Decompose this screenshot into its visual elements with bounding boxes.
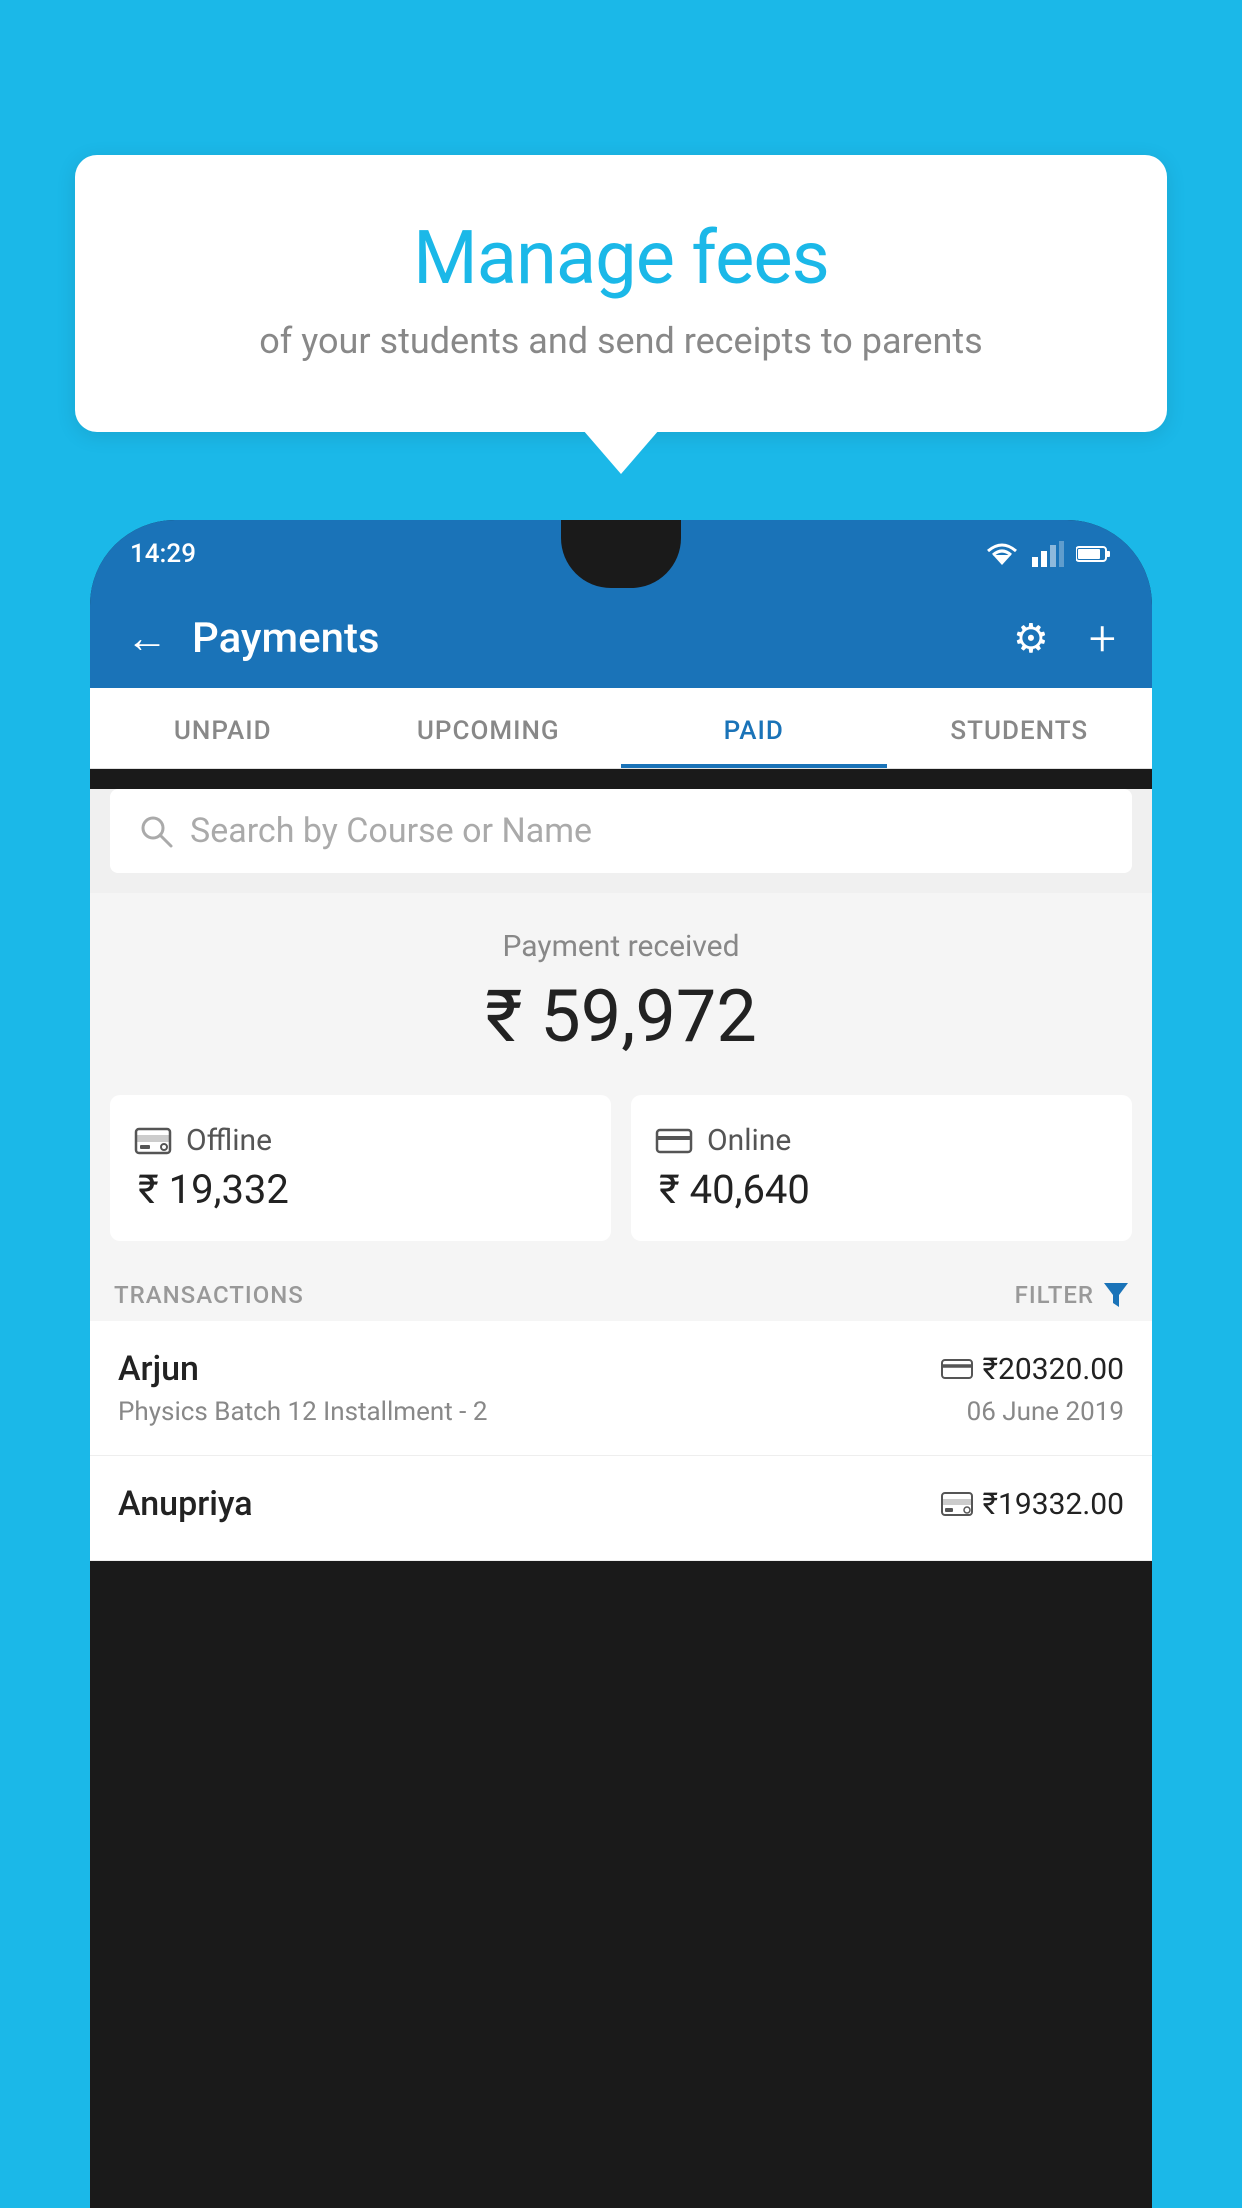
online-payment-icon (655, 1127, 693, 1155)
offline-card-amount: ₹ 19,332 (134, 1166, 289, 1213)
add-button[interactable]: + (1089, 610, 1116, 667)
transaction-amount: ₹20320.00 (983, 1352, 1124, 1387)
offline-card: Offline ₹ 19,332 (110, 1095, 611, 1241)
transaction-amount-2: ₹19332.00 (983, 1487, 1124, 1522)
online-card-label: Online (707, 1123, 791, 1158)
tab-students[interactable]: STUDENTS (887, 688, 1153, 768)
search-icon (138, 813, 174, 849)
offline-payment-small-icon (941, 1491, 973, 1517)
signal-icon (1032, 541, 1064, 567)
transactions-header: TRANSACTIONS FILTER (90, 1265, 1152, 1321)
search-placeholder: Search by Course or Name (190, 811, 592, 851)
payment-received-label: Payment received (130, 929, 1112, 964)
bubble-subtitle: of your students and send receipts to pa… (155, 320, 1087, 362)
app-header: ← Payments ⚙ + (90, 588, 1152, 688)
transaction-course: Physics Batch 12 Installment - 2 (118, 1397, 487, 1427)
transaction-date: 06 June 2019 (967, 1397, 1124, 1427)
tab-unpaid[interactable]: UNPAID (90, 688, 356, 768)
transaction-row[interactable]: Arjun ₹20320.00 Physics Batch 12 Install… (90, 1321, 1152, 1456)
transactions-label: TRANSACTIONS (114, 1281, 304, 1309)
phone-frame: 14:29 ← Payments (90, 520, 1152, 2208)
speech-bubble: Manage fees of your students and send re… (75, 155, 1167, 432)
back-button[interactable]: ← (126, 614, 168, 663)
filter-row[interactable]: FILTER (1015, 1281, 1128, 1309)
transaction-name: Arjun (118, 1349, 199, 1389)
content-area: Search by Course or Name Payment receive… (90, 789, 1152, 1561)
payment-received-section: Payment received ₹ 59,972 (90, 893, 1152, 1095)
offline-payment-icon (134, 1125, 172, 1157)
wifi-icon (984, 541, 1020, 567)
offline-card-label: Offline (186, 1123, 272, 1158)
status-time: 14:29 (130, 539, 196, 569)
online-card: Online ₹ 40,640 (631, 1095, 1132, 1241)
status-bar: 14:29 (90, 520, 1152, 588)
battery-icon (1076, 544, 1112, 564)
settings-button[interactable]: ⚙ (1013, 615, 1049, 662)
status-icons (984, 541, 1112, 567)
bubble-title: Manage fees (155, 215, 1087, 302)
online-payment-small-icon (941, 1358, 973, 1380)
transaction-name-2: Anupriya (118, 1484, 253, 1524)
tabs-bar: UNPAID UPCOMING PAID STUDENTS (90, 688, 1152, 769)
tab-upcoming[interactable]: UPCOMING (356, 688, 622, 768)
header-title: Payments (192, 614, 989, 663)
search-container[interactable]: Search by Course or Name (110, 789, 1132, 873)
online-card-amount: ₹ 40,640 (655, 1166, 810, 1213)
filter-icon (1104, 1283, 1128, 1307)
tab-paid[interactable]: PAID (621, 688, 887, 768)
transaction-row[interactable]: Anupriya ₹19332.00 (90, 1456, 1152, 1561)
filter-label: FILTER (1015, 1281, 1094, 1309)
payment-received-amount: ₹ 59,972 (130, 974, 1112, 1059)
payment-cards: Offline ₹ 19,332 Online ₹ 40,640 (90, 1095, 1152, 1265)
